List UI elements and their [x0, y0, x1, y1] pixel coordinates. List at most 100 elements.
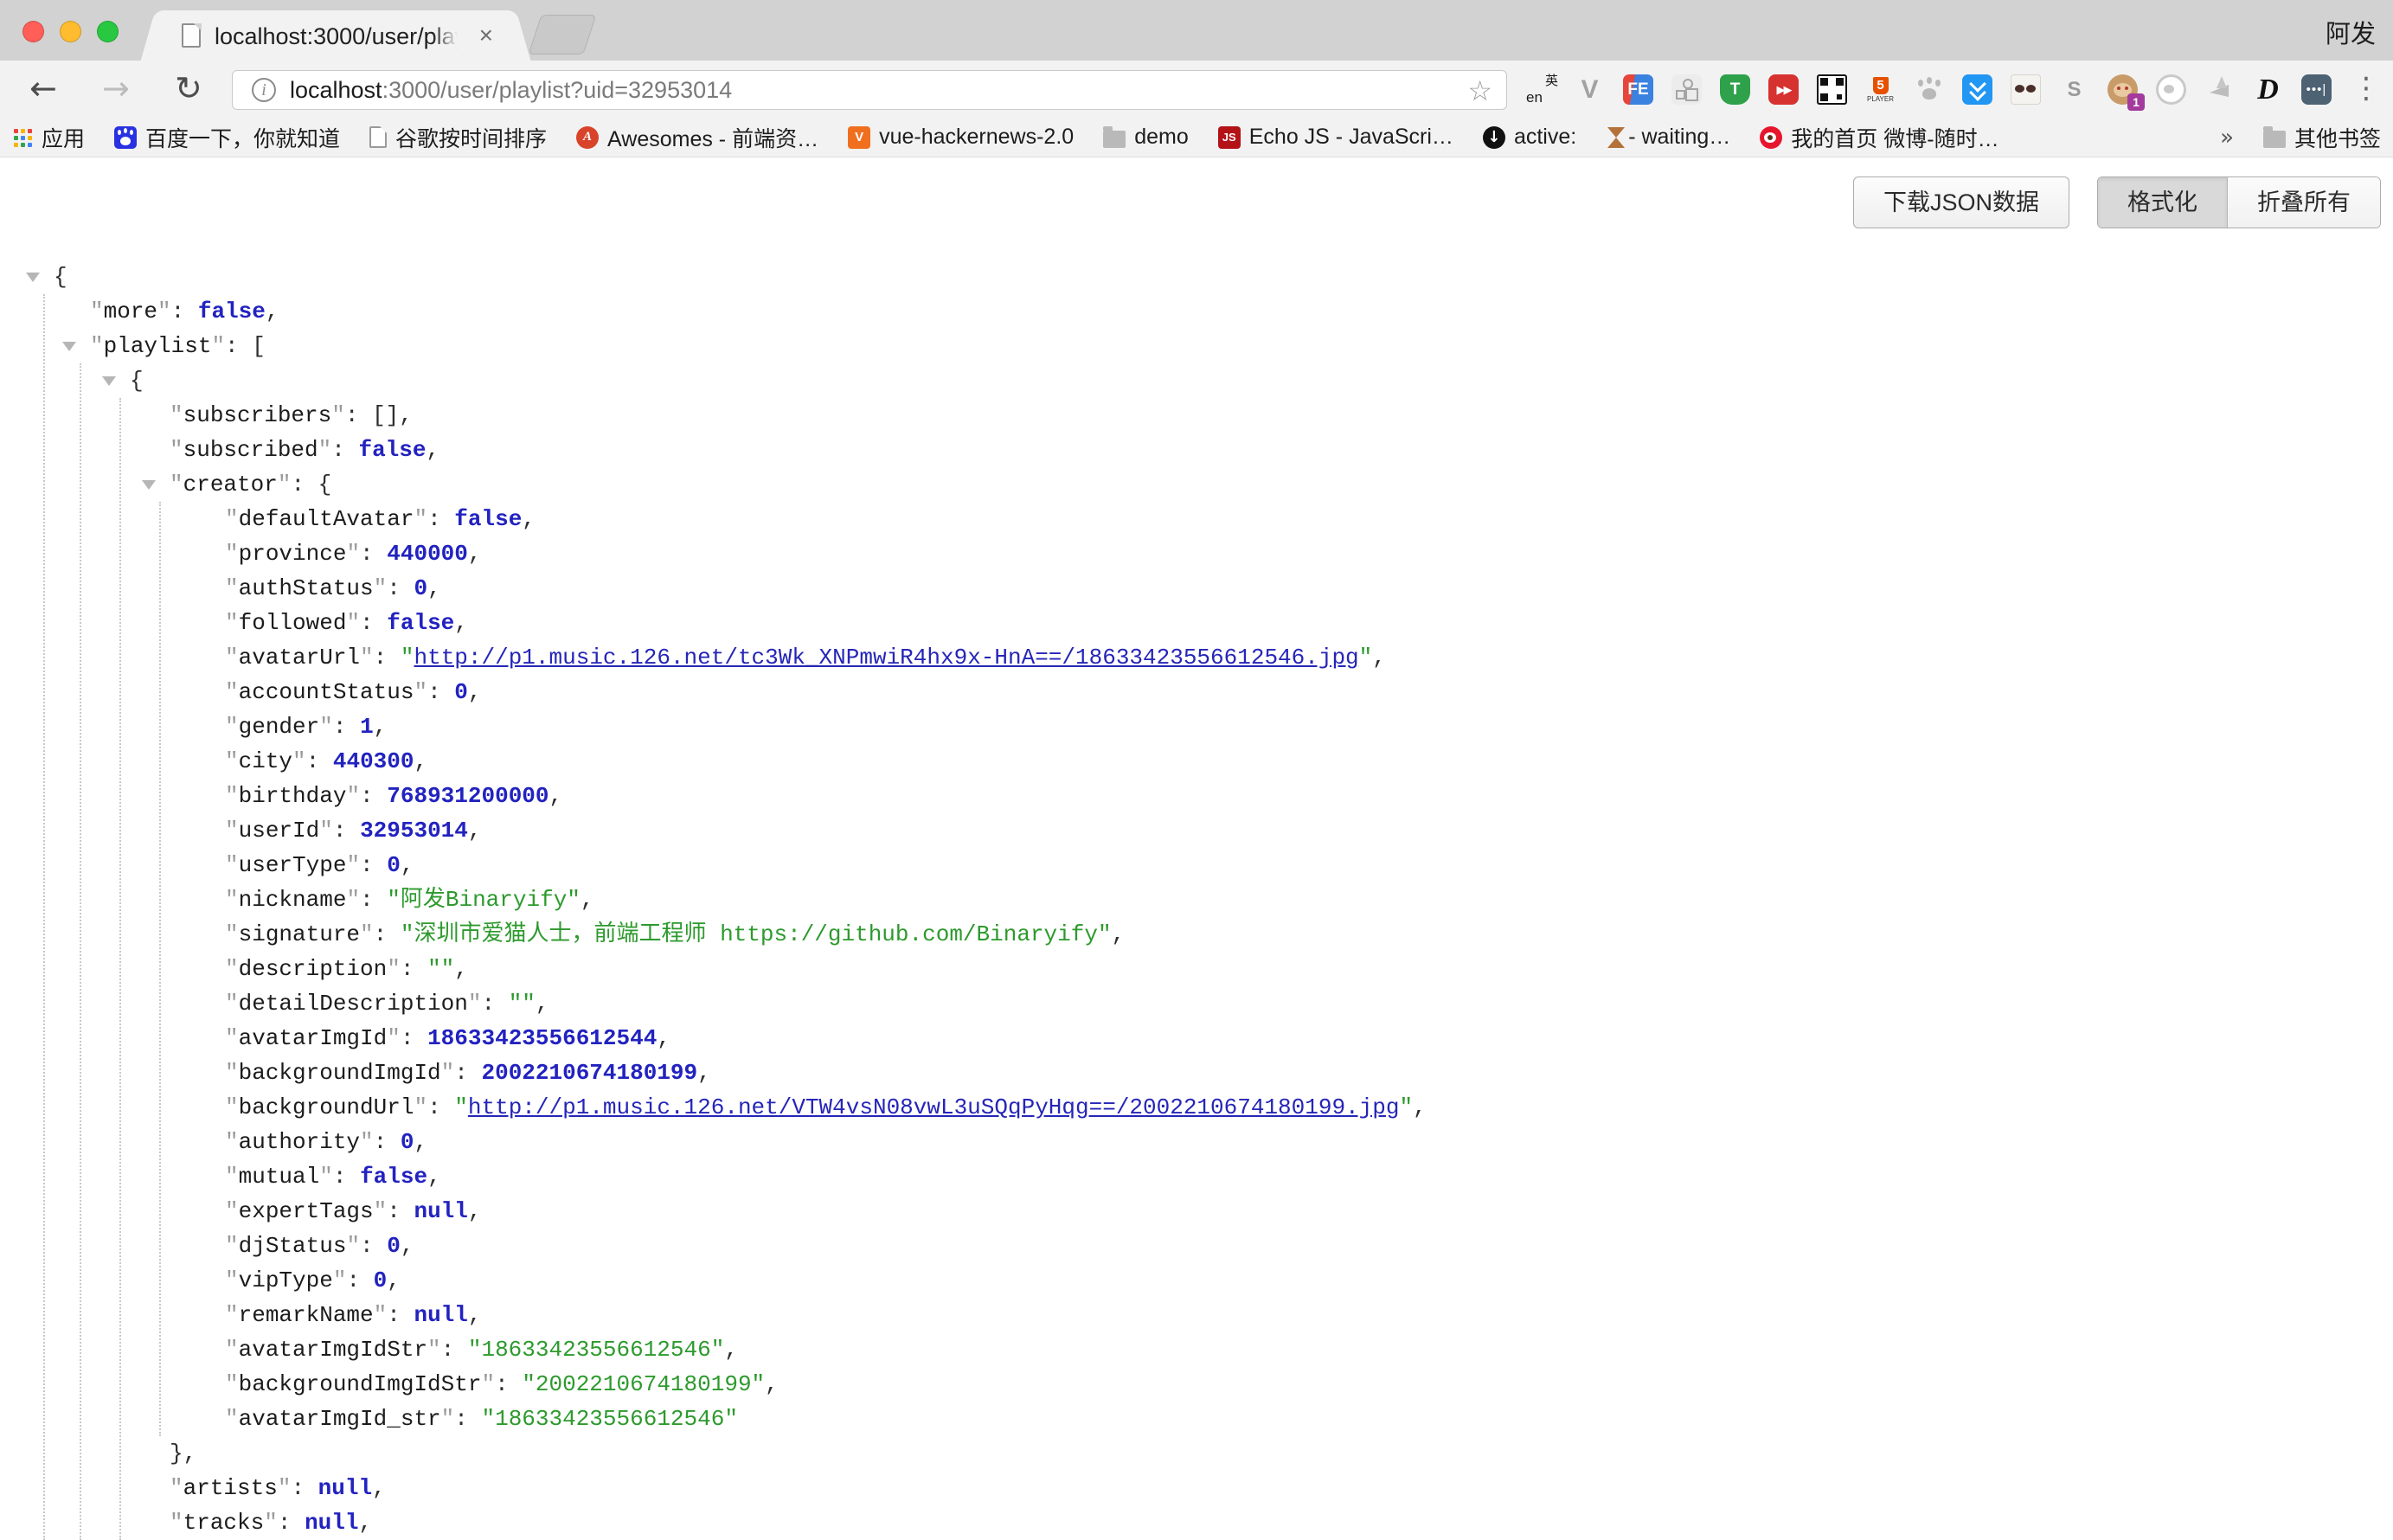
json-key: tracks — [183, 1510, 265, 1536]
close-window-button[interactable] — [22, 21, 44, 42]
bookmark-baidu[interactable]: 百度一下，你就知道 — [114, 122, 340, 153]
sitemap-extension-icon[interactable] — [1671, 74, 1702, 105]
quote: " — [278, 1475, 292, 1501]
json-key: avatarImgId — [239, 1025, 388, 1051]
tampermonkey-shield-extension-icon[interactable]: T — [1720, 74, 1750, 105]
address-bar[interactable]: i localhost:3000/user/playlist?uid=32953… — [232, 70, 1507, 110]
bookmark-awesomes[interactable]: A Awesomes - 前端资… — [576, 122, 818, 153]
bookmark-active[interactable]: ↓ active: — [1483, 125, 1576, 150]
format-button[interactable]: 格式化 — [2098, 177, 2227, 228]
browser-menu-icon[interactable]: ⋮ — [2351, 71, 2381, 106]
json-literal-value: 32953014 — [360, 818, 468, 844]
quote: " — [346, 610, 360, 636]
json-key: subscribers — [183, 402, 332, 428]
json-url-link[interactable]: http://p1.music.126.net/tc3Wk_XNPmwiR4hx… — [414, 645, 1358, 671]
window-controls — [22, 21, 119, 42]
quote: " — [225, 610, 239, 636]
json-line: }, — [0, 1436, 2393, 1471]
colon: : — [291, 472, 318, 497]
comma: , — [374, 714, 388, 740]
tab-title: localhost:3000/user/playlist?u — [215, 23, 462, 53]
back-button[interactable]: ← — [29, 67, 57, 109]
json-key: userId — [239, 818, 320, 844]
json-key: avatarImgIdStr — [239, 1337, 427, 1363]
comma: , — [399, 402, 413, 428]
zoom-window-button[interactable] — [97, 21, 119, 42]
page-info-icon[interactable]: i — [252, 78, 276, 102]
bookmark-demo[interactable]: demo — [1103, 125, 1189, 150]
paw-extension-icon[interactable] — [1914, 74, 1944, 105]
json-url-link[interactable]: http://p1.music.126.net/VTW4vsN08vwL3uSQ… — [468, 1094, 1400, 1120]
json-line: "vipType": 0, — [0, 1263, 2393, 1298]
monkey-extension-icon[interactable]: 1 — [2108, 74, 2138, 105]
bookmarks-bar: 应用 百度一下，你就知道 谷歌按时间排序 A Awesomes - 前端资… V… — [0, 118, 2393, 157]
bookmarks-overflow-icon[interactable]: » — [2220, 125, 2234, 151]
quote: " — [374, 1198, 388, 1224]
json-key: userType — [239, 852, 347, 878]
colon: : — [454, 1060, 481, 1086]
fe-extension-icon[interactable]: FE — [1623, 74, 1653, 105]
json-line: "defaultAvatar": false, — [0, 502, 2393, 536]
json-literal-value: false — [358, 437, 426, 463]
reload-button[interactable]: ↻ — [175, 67, 202, 109]
hummingbird-extension-icon[interactable] — [2204, 74, 2235, 105]
quote: " — [225, 852, 239, 878]
json-key: subscribed — [183, 437, 318, 463]
browser-tab[interactable]: localhost:3000/user/playlist?u × — [161, 10, 510, 61]
video-speed-extension-icon[interactable]: ▶▶ — [1768, 74, 1799, 105]
quote: " — [454, 1094, 468, 1120]
quote: " — [346, 887, 360, 913]
collapse-toggle-icon[interactable] — [62, 342, 76, 351]
bookmark-label: Awesomes - 前端资… — [607, 122, 818, 153]
weibo-grey-extension-icon[interactable] — [2156, 74, 2186, 105]
browser-profile-name[interactable]: 阿发 — [2326, 14, 2376, 50]
bookmark-google-sort[interactable]: 谷歌按时间排序 — [369, 122, 547, 153]
colon: : — [360, 610, 387, 636]
collapse-toggle-icon[interactable] — [102, 376, 116, 386]
other-bookmarks-folder[interactable]: 其他书签 — [2263, 122, 2381, 153]
comma: , — [1112, 921, 1126, 947]
comma: , — [468, 818, 482, 844]
comma: , — [401, 1233, 414, 1259]
translate-extension-icon[interactable]: en 英 — [1526, 74, 1556, 105]
forward-button[interactable]: → — [102, 67, 130, 109]
collapse-all-button[interactable]: 折叠所有 — [2227, 177, 2380, 228]
quote: " — [170, 472, 183, 497]
json-literal-value: false — [360, 1164, 427, 1190]
json-line: "followed": false, — [0, 606, 2393, 640]
download-json-button[interactable]: 下载JSON数据 — [1853, 176, 2069, 228]
new-tab-button[interactable] — [529, 15, 597, 55]
dashlane-extension-icon[interactable]: D — [2253, 74, 2283, 105]
folder-icon — [2263, 131, 2286, 148]
qr-code-extension-icon[interactable] — [1817, 74, 1847, 105]
active-circle-icon: ↓ — [1483, 126, 1505, 149]
bookmark-echojs[interactable]: JS Echo JS - JavaScri… — [1218, 125, 1453, 150]
s-extension-icon[interactable]: S — [2059, 74, 2089, 105]
json-line: "gender": 1, — [0, 709, 2393, 744]
collapse-toggle-icon[interactable] — [26, 273, 40, 282]
masked-document-extension-icon[interactable] — [2011, 74, 2041, 105]
tab-close-icon[interactable]: × — [479, 21, 493, 50]
bookmark-waiting[interactable]: - waiting… — [1606, 125, 1730, 150]
json-line: "expertTags": null, — [0, 1194, 2393, 1229]
html5-player-extension-icon[interactable]: 5 PLAYER — [1865, 74, 1896, 105]
downloader-extension-icon[interactable] — [1962, 74, 1992, 105]
bookmark-apps[interactable]: 应用 — [12, 122, 85, 153]
json-key: playlist — [104, 333, 212, 359]
json-line: "userType": 0, — [0, 848, 2393, 882]
collapse-toggle-icon[interactable] — [142, 480, 156, 490]
vue-devtools-extension-icon[interactable]: V — [1575, 74, 1605, 105]
comma: , — [427, 575, 441, 601]
bookmark-weibo-home[interactable]: 我的首页 微博-随时… — [1760, 122, 1998, 153]
quote: " — [225, 748, 239, 774]
json-key: signature — [239, 921, 360, 947]
colon: : — [441, 1337, 468, 1363]
json-literal-value: 0 — [401, 1129, 414, 1155]
bookmark-star-icon[interactable]: ☆ — [1467, 74, 1492, 107]
minimize-window-button[interactable] — [60, 21, 81, 42]
comma: , — [657, 1025, 670, 1051]
colon: : — [427, 679, 454, 705]
bookmark-vue-hackernews[interactable]: V vue-hackernews-2.0 — [848, 125, 1074, 150]
json-literal-value: 1 — [360, 714, 374, 740]
onepassword-extension-icon[interactable]: •••| — [2301, 74, 2332, 105]
